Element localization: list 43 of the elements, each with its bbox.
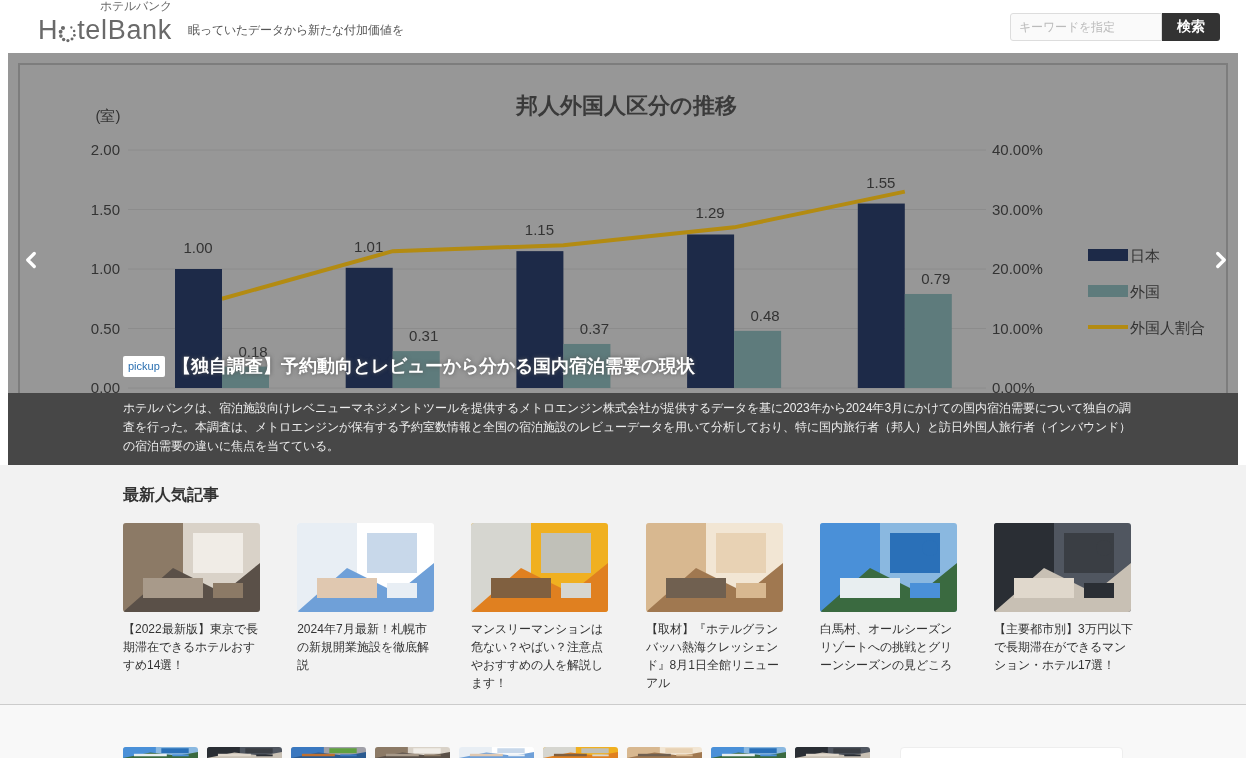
legend-label: 日本: [1130, 247, 1160, 264]
data-label: 0.48: [750, 306, 780, 324]
tick-label: 20.00%: [992, 260, 1043, 277]
tick-label: 10.00%: [992, 319, 1043, 337]
summary-text: ホテルバンクは、宿泊施設向けレベニューマネジメントツールを提供するメトロエンジン株式会社が提供するデータを基に2023年から2024年3月にかけての国内宿泊需要について独自の調査を行った。本調査は、メトロエンジンが保有する予約室数情報と全国の宿泊施設のレビューデータを用いて分析しており、特に国内旅行者（邦人）と訪日外国人旅行者（インバウンド）の宿泊需要の違いに焦点を当てている。: [123, 400, 1133, 455]
logo-text[interactable]: telBank: [77, 17, 172, 44]
article-title[interactable]: 【取材】『ホテルグランバッハ熱海クレッシェンド』8月1日全館リニューアル: [645, 620, 785, 692]
chart-title: 邦人外国人区分の推移: [515, 93, 737, 118]
logo-text[interactable]: H: [38, 17, 59, 44]
data-label: 0.31: [409, 327, 439, 345]
data-label: 1.15: [524, 221, 554, 239]
legend-swatch: [1088, 249, 1128, 261]
dotted-circle-icon: [58, 24, 78, 43]
hero-slide[interactable]: [8, 53, 1238, 465]
data-label: 0.79: [921, 270, 951, 287]
tick-label: 40.00%: [992, 141, 1043, 158]
tick-label: 0.50: [90, 319, 120, 337]
article-title[interactable]: 白馬村、オールシーズンリゾートへの挑戦とグリーンシーズンの見どころ: [819, 620, 959, 674]
data-label: 1.00: [183, 239, 213, 256]
tick-label: 30.00%: [992, 200, 1043, 218]
section-title: 最新人気記事: [123, 485, 220, 505]
pickup-badge: pickup: [123, 356, 165, 377]
tagline: 眠っていたデータから新たな付加価値を: [188, 21, 404, 39]
data-label: 1.01: [354, 237, 384, 255]
logo-ruby: ホテルバンク: [100, 0, 172, 12]
tick-label: 0.00%: [992, 379, 1035, 396]
search-button[interactable]: 検索: [1162, 12, 1220, 41]
tick-label: 1.50: [90, 200, 120, 218]
legend-line: [1088, 325, 1128, 329]
data-label: 1.29: [695, 204, 725, 222]
data-label: 0.37: [579, 319, 609, 337]
tick-label: 2.00: [90, 141, 120, 158]
axis-unit: (室): [95, 107, 121, 124]
data-label: 1.55: [866, 173, 896, 191]
article-title[interactable]: 【2022最新版】東京で長期滞在できるホテルおすすめ14選！: [123, 620, 262, 674]
tick-label: 0.00: [90, 379, 120, 396]
legend-swatch: [1088, 285, 1128, 297]
legend-label: 外国人割合: [1130, 319, 1205, 336]
article-title[interactable]: 【主要都市別】3万円以下で長期滞在ができるマンション・ホテル17選！: [993, 620, 1133, 674]
article-title[interactable]: 2024年7月最新！札幌市の新規開業施設を徹底解説: [297, 620, 437, 674]
tick-label: 1.00: [90, 260, 120, 277]
legend-label: 外国: [1130, 283, 1160, 300]
article-title[interactable]: マンスリーマンションは危ない？やばい？注意点やおすすめの人を解説します！: [471, 620, 611, 692]
